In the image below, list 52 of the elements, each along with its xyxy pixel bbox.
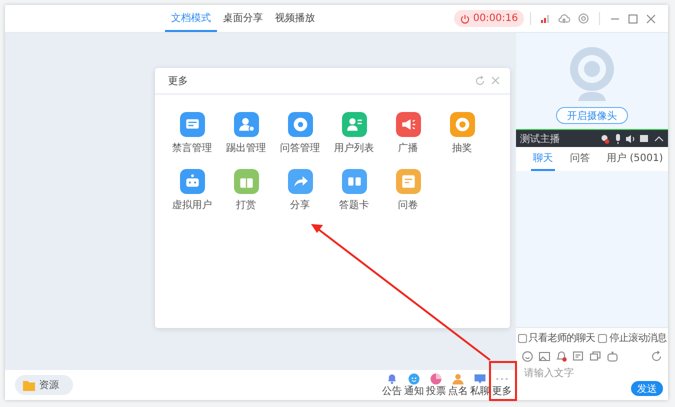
feature-button[interactable]: 虚拟用户 — [165, 169, 219, 212]
speaker-icon[interactable] — [626, 134, 636, 144]
message-icon[interactable] — [573, 351, 584, 362]
toolbar-button[interactable]: 投票 — [426, 372, 446, 398]
toolbar-button[interactable]: 更多 — [492, 372, 512, 398]
mode-tab[interactable]: 视频播放 — [269, 5, 321, 32]
cloud-icon[interactable] — [558, 14, 570, 24]
emoji-icon[interactable] — [522, 351, 533, 362]
toolbar-button[interactable]: 通知 — [404, 372, 424, 398]
toolbar-button[interactable]: 点名 — [448, 372, 468, 398]
toolbar-button[interactable]: 公告 — [382, 372, 402, 398]
feature-button[interactable]: 答题卡 — [327, 169, 381, 212]
image-icon[interactable] — [539, 351, 550, 362]
option-checkbox[interactable]: 停止滚动消息 — [598, 331, 666, 345]
microphone-icon[interactable] — [614, 134, 622, 144]
feature-button[interactable]: 分享 — [273, 169, 327, 212]
window-icon[interactable] — [640, 134, 650, 144]
feature-button[interactable]: 禁言管理 — [165, 112, 219, 155]
mode-tab[interactable]: 桌面分享 — [217, 5, 269, 32]
close-icon[interactable] — [491, 76, 500, 85]
folder-icon — [23, 380, 35, 390]
feature-button[interactable]: 问卷 — [381, 169, 435, 212]
checkbox[interactable] — [518, 334, 527, 342]
close-icon[interactable] — [646, 14, 656, 24]
chat-tab[interactable]: 问答 — [568, 147, 592, 171]
recording-timer[interactable]: 00:00:16 — [454, 10, 524, 27]
bell-off-icon[interactable] — [556, 351, 567, 362]
signal-icon[interactable] — [541, 14, 550, 23]
message-input[interactable]: 请输入文字 — [516, 365, 668, 381]
robot-icon[interactable] — [607, 351, 618, 362]
collapse-icon[interactable] — [654, 134, 664, 144]
refresh-icon[interactable] — [651, 351, 662, 362]
feature-button[interactable]: 用户列表 — [327, 112, 381, 155]
maximize-icon[interactable] — [628, 14, 638, 24]
feature-button[interactable]: 广播 — [381, 112, 435, 155]
record-icon[interactable] — [578, 13, 589, 24]
feature-button[interactable]: 抽奖 — [435, 112, 489, 155]
camera-off-icon[interactable] — [600, 134, 610, 144]
option-checkbox[interactable]: 只看老师的聊天 — [518, 331, 596, 345]
copy-icon[interactable] — [590, 351, 601, 362]
highlight-frame — [489, 361, 517, 401]
host-name: 测试主播 — [520, 132, 560, 146]
refresh-icon[interactable] — [475, 76, 485, 86]
feature-button[interactable]: 打赏 — [219, 169, 273, 212]
chat-tab[interactable]: 聊天 — [531, 147, 555, 171]
checkbox[interactable] — [598, 334, 608, 342]
feature-button[interactable]: 踢出管理 — [219, 112, 273, 155]
chat-tab[interactable]: 用户 (5001) — [604, 147, 665, 171]
power-icon — [460, 14, 470, 24]
resources-button[interactable]: 资源 — [15, 375, 73, 395]
feature-button[interactable]: 问答管理 — [273, 112, 327, 155]
dialog-title: 更多 — [168, 74, 188, 88]
